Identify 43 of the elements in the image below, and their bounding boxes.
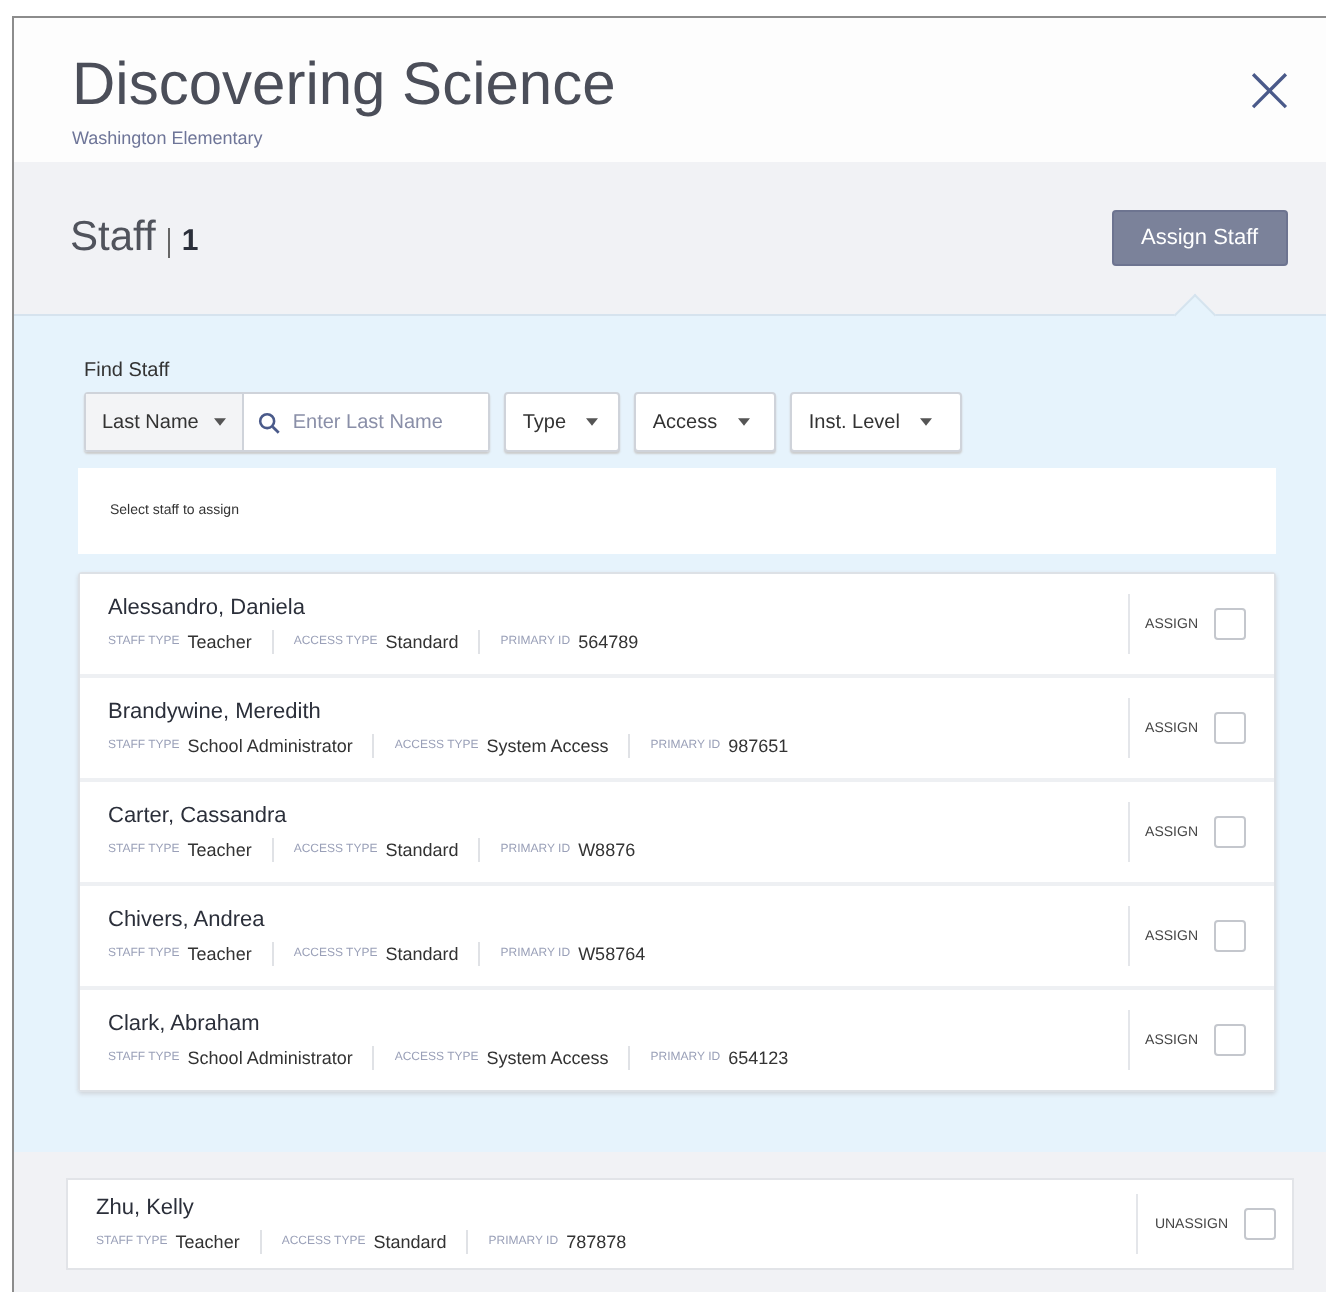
field-value: Teacher	[187, 839, 252, 859]
field-value: 564789	[578, 631, 639, 651]
caret-icon	[919, 418, 932, 426]
caret-icon	[737, 418, 750, 426]
checkbox[interactable]	[1214, 1024, 1246, 1056]
staff-name: Chivers, Andrea	[108, 907, 267, 931]
field-label: Find Staff	[84, 360, 172, 382]
school-name: Washington Elementary	[72, 128, 265, 148]
checkbox[interactable]	[1244, 1208, 1276, 1240]
field-value: 654123	[728, 1047, 789, 1067]
field-value: Standard	[373, 1231, 447, 1251]
checkbox[interactable]	[1214, 608, 1246, 640]
field-value: School Administrator	[187, 1047, 353, 1067]
field-value: W58764	[578, 943, 646, 963]
staff-name: Brandywine, Meredith	[108, 699, 323, 723]
field-value: Standard	[385, 839, 459, 859]
staff-name: Alessandro, Daniela	[108, 595, 307, 619]
staff-name: Zhu, Kelly	[96, 1195, 196, 1219]
field-value: System Access	[486, 735, 609, 755]
checkbox[interactable]	[1214, 816, 1246, 848]
checkbox[interactable]	[1214, 920, 1246, 952]
section-title: Staff	[70, 214, 156, 262]
field-value: Teacher	[187, 943, 252, 963]
window-title: Discovering Science	[72, 52, 616, 120]
checkbox[interactable]	[1214, 712, 1246, 744]
field-value: W8876	[578, 839, 636, 859]
caret-icon	[586, 418, 599, 426]
filter-dropdown[interactable]: Access	[634, 392, 777, 452]
field-value: Standard	[385, 943, 459, 963]
field-value: Teacher	[187, 631, 252, 651]
field-value: 787878	[566, 1231, 627, 1251]
field-value: School Administrator	[187, 735, 353, 755]
close-button[interactable]: ×	[1241, 62, 1298, 118]
field-value: Standard	[385, 631, 459, 651]
staff-name: Carter, Cassandra	[108, 803, 289, 827]
staff-count: 1	[181, 224, 199, 258]
staff-name: Clark, Abraham	[108, 1011, 262, 1035]
field-value: Teacher	[175, 1231, 240, 1251]
filter-dropdown[interactable]: Inst. Level	[790, 392, 963, 452]
filter-dropdown[interactable]: Type	[504, 392, 621, 452]
field-value: 987651	[728, 735, 789, 755]
assign-staff-button[interactable]: Assign Staff	[1111, 210, 1288, 266]
field-value: System Access	[486, 1047, 609, 1067]
